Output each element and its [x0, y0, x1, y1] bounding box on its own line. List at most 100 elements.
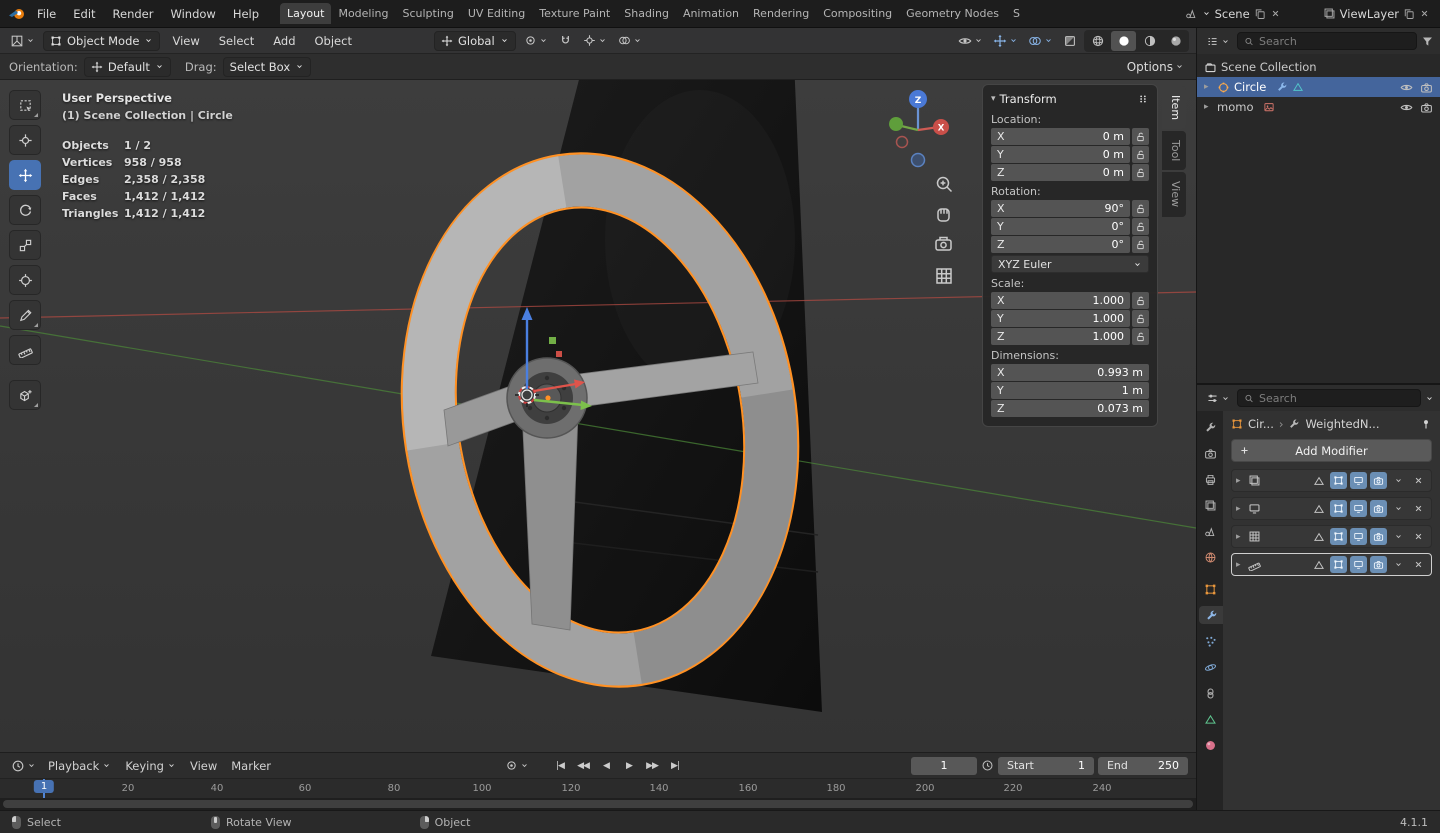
current-frame-field[interactable]: 1	[911, 757, 977, 775]
expand-arrow-icon[interactable]: ▸	[1236, 532, 1245, 542]
outliner-item-circle[interactable]: ▸ Circle	[1197, 77, 1440, 97]
tab-item[interactable]: Item	[1162, 86, 1186, 129]
hide-eye-icon[interactable]	[1400, 81, 1413, 94]
orientation-dropdown[interactable]: Global	[434, 31, 516, 51]
rotation-z-field[interactable]: Z0°	[991, 236, 1130, 253]
on-cage-toggle[interactable]	[1310, 472, 1327, 489]
editmode-display-toggle[interactable]	[1330, 556, 1347, 573]
snap-target-button[interactable]	[580, 32, 610, 49]
tool-rotate[interactable]	[9, 195, 41, 225]
snap-toggle-button[interactable]	[556, 32, 575, 49]
lock-button[interactable]	[1132, 146, 1149, 163]
jump-to-start-button[interactable]: |◀	[550, 757, 571, 775]
menu-view[interactable]: View	[165, 31, 206, 51]
lock-button[interactable]	[1132, 128, 1149, 145]
tab-scene-props[interactable]	[1198, 522, 1222, 540]
rotation-mode-dropdown[interactable]: XYZ Euler	[991, 255, 1149, 273]
scrollbar-thumb[interactable]	[3, 800, 1193, 808]
shading-solid-button[interactable]	[1111, 31, 1136, 51]
drag-dropdown[interactable]: Select Box	[223, 57, 312, 77]
expand-arrow-icon[interactable]: ▸	[1236, 504, 1245, 514]
modifier-row-active[interactable]: ▸	[1231, 553, 1432, 576]
gizmos-dropdown[interactable]	[990, 32, 1021, 50]
viewlayer-selector[interactable]: ViewLayer	[1319, 5, 1434, 23]
shading-material-button[interactable]	[1137, 31, 1162, 51]
on-cage-toggle[interactable]	[1310, 556, 1327, 573]
3d-viewport[interactable]: Z X	[0, 80, 1196, 752]
properties-search-input[interactable]	[1259, 392, 1414, 405]
blender-logo-icon[interactable]	[6, 5, 28, 23]
timeline-editor-type-button[interactable]	[8, 757, 39, 775]
menu-edit[interactable]: Edit	[65, 4, 103, 24]
delete-modifier-button[interactable]	[1410, 556, 1427, 573]
tool-select-box[interactable]	[9, 90, 41, 120]
rotation-x-field[interactable]: X90°	[991, 200, 1130, 217]
lock-button[interactable]	[1132, 218, 1149, 235]
tab-particles-props[interactable]	[1198, 632, 1222, 650]
lock-button[interactable]	[1132, 292, 1149, 309]
delete-modifier-button[interactable]	[1410, 528, 1427, 545]
tab-animation[interactable]: Animation	[676, 3, 746, 24]
hide-eye-icon[interactable]	[1400, 101, 1413, 114]
tab-physics-props[interactable]	[1198, 658, 1222, 676]
editmode-display-toggle[interactable]	[1330, 472, 1347, 489]
shading-wireframe-button[interactable]	[1085, 31, 1110, 51]
modifier-extras-button[interactable]	[1390, 472, 1407, 489]
tool-transform[interactable]	[9, 265, 41, 295]
options-dropdown[interactable]: Options	[1124, 58, 1187, 76]
render-display-toggle[interactable]	[1370, 556, 1387, 573]
tool-annotate[interactable]	[9, 300, 41, 330]
breadcrumb-object[interactable]: Cir...	[1248, 417, 1274, 431]
realtime-display-toggle[interactable]	[1350, 500, 1367, 517]
breadcrumb-modifier[interactable]: WeightedN...	[1305, 417, 1379, 431]
shading-rendered-button[interactable]	[1163, 31, 1188, 51]
editmode-display-toggle[interactable]	[1330, 528, 1347, 545]
dimension-y-field[interactable]: Y1 m	[991, 382, 1149, 399]
menu-select[interactable]: Select	[212, 31, 261, 51]
overlays-dropdown[interactable]	[1025, 32, 1056, 50]
unlink-scene-icon[interactable]	[1270, 8, 1281, 19]
menu-window[interactable]: Window	[162, 4, 223, 24]
tab-sculpting[interactable]: Sculpting	[396, 3, 461, 24]
tool-cursor[interactable]	[9, 125, 41, 155]
rotation-y-field[interactable]: Y0°	[991, 218, 1130, 235]
realtime-display-toggle[interactable]	[1350, 556, 1367, 573]
timeline-scrollbar[interactable]	[0, 798, 1196, 810]
tab-modifier-props[interactable]	[1199, 606, 1223, 624]
modifier-row[interactable]: ▸	[1231, 525, 1432, 548]
tab-view[interactable]: View	[1162, 172, 1186, 216]
delete-modifier-button[interactable]	[1410, 472, 1427, 489]
play-reverse-button[interactable]: ◀	[596, 757, 617, 775]
scene-selector[interactable]: Scene	[1181, 5, 1285, 23]
render-display-toggle[interactable]	[1370, 528, 1387, 545]
frame-range-clock-icon[interactable]	[981, 759, 994, 772]
menu-render[interactable]: Render	[105, 4, 162, 24]
timeline-ruler[interactable]: 20 40 60 80 100 120 140 160 180 200 220 …	[0, 778, 1196, 798]
menu-object[interactable]: Object	[308, 31, 359, 51]
tool-measure[interactable]	[9, 335, 41, 365]
tab-tool[interactable]: Tool	[1162, 131, 1186, 170]
scale-x-field[interactable]: X1.000	[991, 292, 1130, 309]
on-cage-toggle[interactable]	[1310, 500, 1327, 517]
render-display-toggle[interactable]	[1370, 472, 1387, 489]
menu-keying[interactable]: Keying	[120, 757, 181, 775]
tab-layout[interactable]: Layout	[280, 3, 331, 24]
dimension-z-field[interactable]: Z0.073 m	[991, 400, 1149, 417]
lock-button[interactable]	[1132, 236, 1149, 253]
previous-keyframe-button[interactable]: ◀◀	[573, 757, 594, 775]
tab-scripting[interactable]: S	[1006, 3, 1027, 24]
tool-scale[interactable]	[9, 230, 41, 260]
tab-data-props[interactable]	[1198, 710, 1222, 728]
modifier-row[interactable]: ▸	[1231, 497, 1432, 520]
realtime-display-toggle[interactable]	[1350, 528, 1367, 545]
filter-funnel-icon[interactable]	[1421, 35, 1434, 48]
new-scene-icon[interactable]	[1254, 8, 1266, 20]
properties-editor-type-button[interactable]	[1203, 390, 1233, 407]
auto-keying-button[interactable]	[502, 757, 532, 774]
tab-compositing[interactable]: Compositing	[816, 3, 899, 24]
proportional-edit-button[interactable]	[615, 32, 645, 49]
tab-rendering[interactable]: Rendering	[746, 3, 816, 24]
delete-modifier-button[interactable]	[1410, 500, 1427, 517]
menu-add[interactable]: Add	[266, 31, 302, 51]
tab-render-props[interactable]	[1198, 444, 1222, 462]
